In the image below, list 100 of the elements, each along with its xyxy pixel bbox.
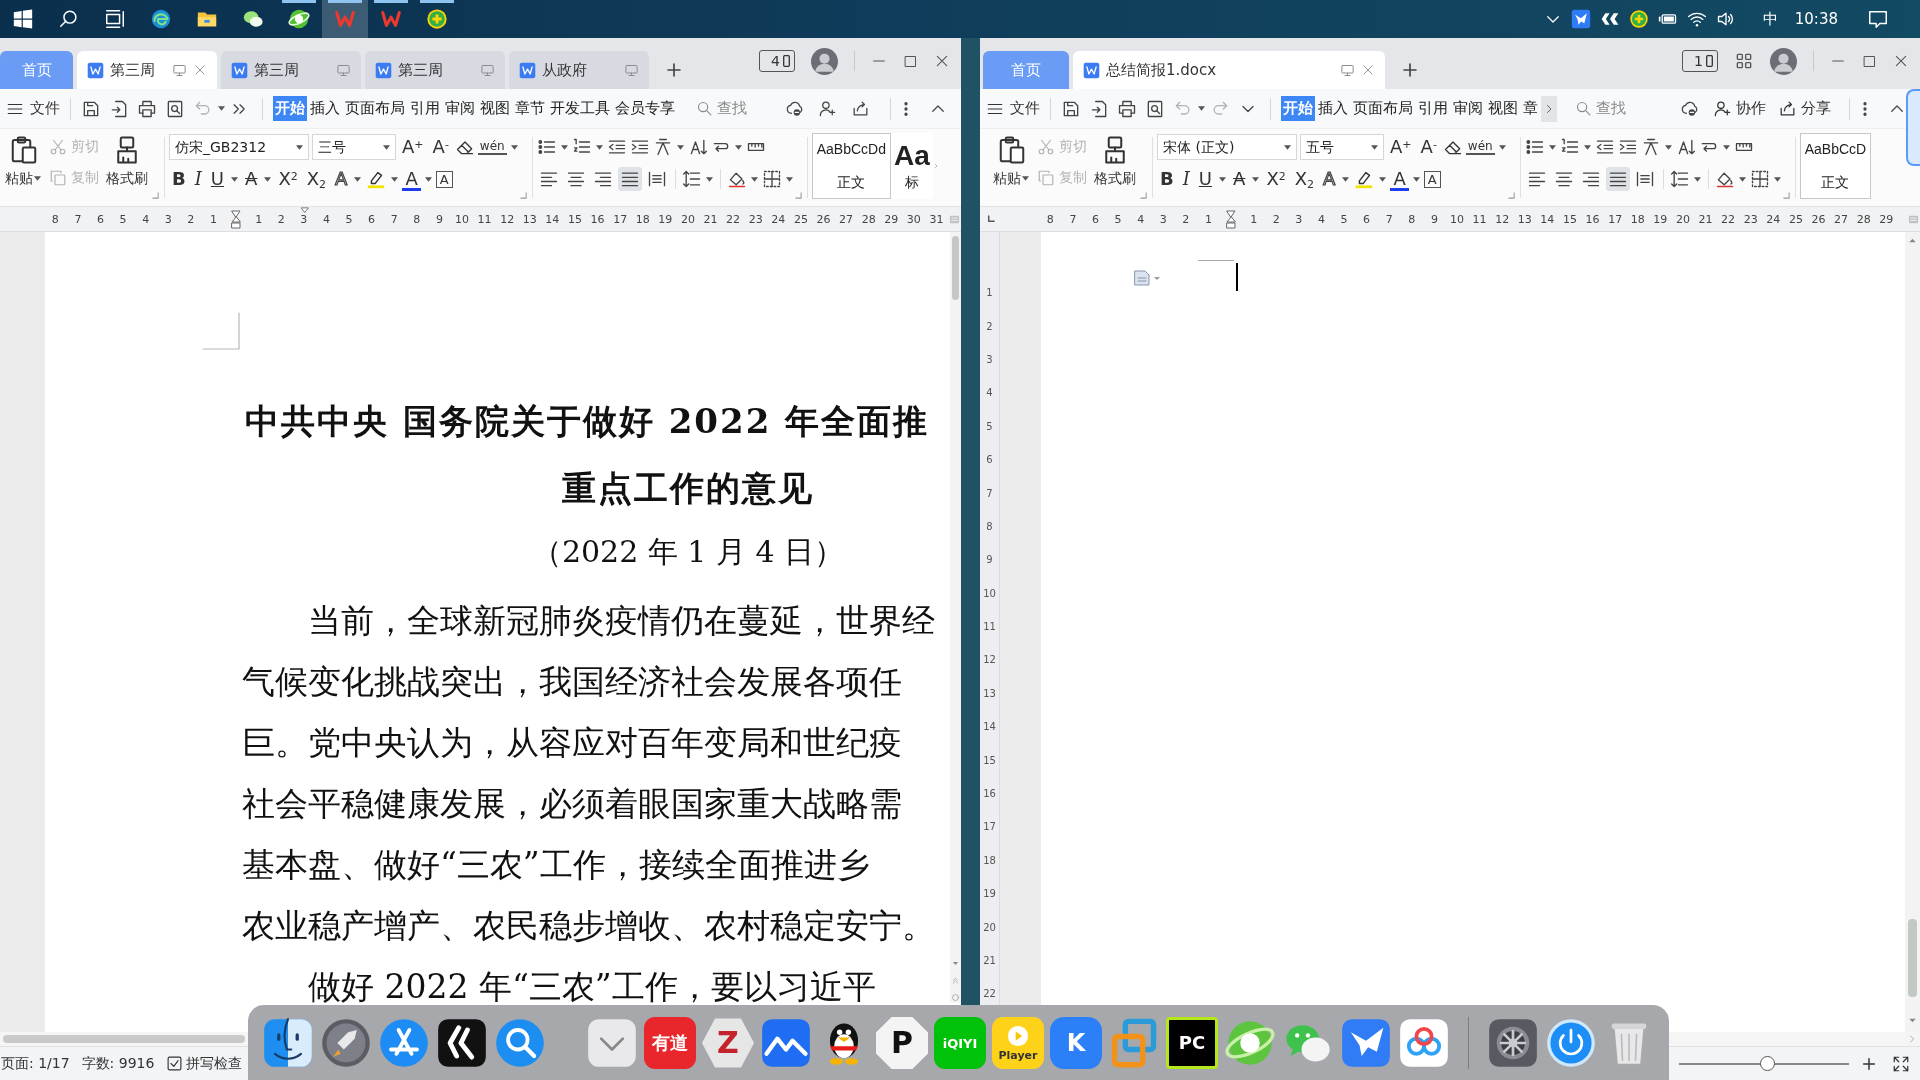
fullscreen-icon[interactable] [1892,1054,1910,1073]
font-size-dropdown[interactable]: 三号 [312,134,396,160]
print-preview-icon[interactable] [1145,98,1165,119]
ribbon-tab[interactable]: 审阅 [1451,96,1485,121]
print-icon[interactable] [1117,98,1137,119]
export-icon[interactable] [1089,98,1109,119]
maximize-icon[interactable] [1862,53,1877,69]
add-person-icon[interactable] [818,99,837,118]
side-panel-handle[interactable] [1906,89,1920,166]
font-color-button[interactable]: A [402,167,421,191]
app-tile[interactable]: K [1050,1017,1102,1069]
ribbon-tab[interactable]: 页面布局 [343,96,407,121]
font-name-dropdown[interactable]: 仿宋_GB2312 [169,134,309,160]
close-icon[interactable] [934,53,950,69]
cloud-icon[interactable] [785,99,804,118]
search-icon[interactable] [494,1017,546,1069]
share-icon[interactable] [851,99,870,118]
cloud-icon[interactable] [1680,99,1699,118]
paste-button[interactable]: 粘贴 [2,133,45,191]
indent-marker-icon[interactable] [231,209,242,229]
ribbon-tab[interactable]: 插入 [1316,96,1350,121]
borders-icon[interactable] [1749,169,1770,189]
subscript-button[interactable]: X$_{2}$ [303,168,330,190]
ribbon-tab[interactable]: 章节 [513,96,547,121]
cloud-rings-icon[interactable] [1398,1017,1450,1069]
notification-icon[interactable] [1867,8,1889,30]
superscript-button[interactable]: X$^{2}$ [1263,168,1289,190]
ribbon-tab[interactable]: 开始 [273,96,307,121]
text-effect-button[interactable]: A [332,168,351,190]
bold-button[interactable]: B [1157,168,1177,190]
horizontal-scrollbar[interactable] [1669,1032,1920,1046]
format-painter-button[interactable]: 格式刷 [103,133,151,191]
character-border-button[interactable]: A [1423,170,1441,188]
character-border-button[interactable]: A [435,170,453,188]
font-name-dropdown[interactable]: 宋体 (正文) [1157,134,1297,160]
font-size-step-button[interactable]: A$^{+}$ [1387,136,1415,158]
grid-icon[interactable] [1734,51,1754,71]
text-effect-button[interactable]: A [1320,168,1339,190]
ribbon-tab[interactable]: 页面布局 [1351,96,1415,121]
zoom-in-icon[interactable] [1861,1055,1877,1072]
ribbon-tab[interactable]: 会员专享 [613,96,677,121]
format-painter-button[interactable]: 格式刷 [1091,133,1139,191]
close-icon[interactable] [1893,53,1909,69]
document-tab[interactable]: 从政府 [509,51,649,89]
borders-icon[interactable] [761,169,782,189]
ribbon-tab[interactable]: 插入 [308,96,342,121]
font-color-button[interactable]: A [1390,167,1409,191]
spell-check-button[interactable]: 拼写检查 [166,1053,243,1074]
print-icon[interactable] [137,98,157,119]
search-button[interactable]: 查找 [696,97,747,120]
style-preset[interactable]: AaBbCcDd 正文 [811,133,891,199]
tab-stop-icon[interactable] [985,214,995,224]
wave-logo-icon[interactable] [760,1017,812,1069]
power-icon[interactable] [1545,1017,1597,1069]
font-size-step-button[interactable]: A$^{+}$ [399,136,427,158]
strikethrough-button[interactable]: A [1230,168,1249,190]
paste-button[interactable]: 粘贴 [990,133,1033,191]
window-count-button[interactable]: 4 [759,50,795,72]
ribbon-tab[interactable]: 视图 [1486,96,1520,121]
strikethrough-button[interactable]: A [242,168,261,190]
file-menu-button[interactable]: 文件 [982,97,1044,120]
file-menu-button[interactable]: 文件 [2,97,64,120]
plus-circle-icon[interactable] [1628,9,1649,29]
font-size-step-button[interactable]: A$^{-}$ [1417,136,1440,158]
collaborate-button[interactable]: 协作 [1713,97,1766,120]
document-tab[interactable]: 第三周 [77,51,217,89]
ruler-toggle-icon[interactable] [1908,213,1919,225]
ribbon-tab[interactable]: 开始 [1281,96,1315,121]
indent-marker-icon[interactable] [1226,209,1237,229]
settings-icon[interactable] [1487,1017,1539,1069]
superscript-button[interactable]: X$^{2}$ [275,168,301,190]
new-tab-icon[interactable] [665,61,683,79]
maximize-icon[interactable] [903,53,918,69]
line-spacing-icon[interactable] [1669,169,1690,189]
ruler-toggle-icon[interactable] [949,213,960,225]
app-tile[interactable]: P [876,1017,928,1069]
style-preset[interactable]: AaBbCcD 正文 [1799,133,1872,199]
smiling-face-icon[interactable] [262,1017,314,1069]
app-tile[interactable]: PC [1166,1017,1218,1069]
share-button[interactable]: 分享 [1778,97,1831,120]
vertical-scrollbar[interactable] [1905,232,1920,1032]
font-size-dropdown[interactable]: 五号 [1300,134,1384,160]
underline-button[interactable]: U [207,168,228,190]
app-store-icon[interactable] [378,1017,430,1069]
line-spacing-icon[interactable] [681,169,702,189]
bulleted-list-icon[interactable] [536,137,557,157]
app-tile[interactable]: Player [992,1017,1044,1069]
app-tile[interactable]: 有道 [644,1017,696,1069]
underline-button[interactable]: U [1195,168,1216,190]
bold-button[interactable]: B [169,168,189,190]
ribbon-tab[interactable]: 开发工具 [548,96,612,121]
window-count-button[interactable]: 1 [1682,50,1718,72]
phonetic-guide-button[interactable]: wén [1465,139,1495,155]
avatar-icon[interactable] [811,47,838,75]
scrollbar-thumb[interactable] [952,236,959,300]
rocket-icon[interactable] [320,1017,372,1069]
close-tab-icon[interactable] [1361,63,1375,77]
vertical-scrollbar[interactable] [950,232,961,1003]
zoom-slider-thumb[interactable] [1760,1055,1776,1071]
document-tab[interactable]: 第三周 [221,51,361,89]
